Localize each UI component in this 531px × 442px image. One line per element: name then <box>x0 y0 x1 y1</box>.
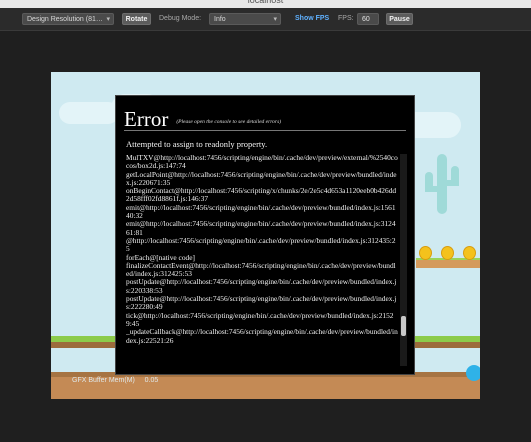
stack-frame: _updateCallback@http://localhost:7456/sc… <box>126 327 398 345</box>
rotate-button[interactable]: Rotate <box>122 13 151 25</box>
fps-label: FPS: <box>338 15 354 22</box>
stack-frame: tick@http://localhost:7456/scripting/eng… <box>126 310 394 328</box>
chevron-down-icon: ▾ <box>106 16 110 23</box>
error-message: Attempted to assign to readonly property… <box>126 139 268 149</box>
stack-frame: emit@http://localhost:7456/scripting/eng… <box>126 202 396 221</box>
coin <box>441 246 454 260</box>
stack-frame: @http://localhost:7456/scripting/engine/… <box>126 235 396 254</box>
stats-label: GFX Buffer Mem(M) <box>72 377 135 384</box>
address-bar[interactable]: localhost <box>0 0 531 5</box>
show-fps-toggle[interactable]: Show FPS <box>295 13 329 25</box>
stack-frame: emit@http://localhost:7456/scripting/eng… <box>126 219 396 237</box>
debug-mode-label: Debug Mode: <box>159 15 202 22</box>
debug-mode-select[interactable]: Info ▾ <box>209 13 281 25</box>
error-dialog-header: Error (Please open the console to see de… <box>124 108 406 131</box>
stack-frame: postUpdate@http://localhost:7456/scripti… <box>126 277 397 295</box>
chevron-down-icon: ▾ <box>273 16 277 23</box>
stats-overlay-row: GFX Buffer Mem(M) 0.05 <box>72 377 158 384</box>
pause-button[interactable]: Pause <box>386 13 413 25</box>
error-dialog: Error (Please open the console to see de… <box>115 95 415 375</box>
debug-mode-value: Info <box>214 16 226 23</box>
stack-scrollbar-thumb[interactable] <box>401 316 406 336</box>
design-resolution-select[interactable]: Design Resolution (81… ▾ <box>22 13 114 25</box>
error-hint: (Please open the console to see detailed… <box>176 119 282 126</box>
stack-scrollbar[interactable] <box>400 154 407 366</box>
stack-frame: finalizeContactEvent@http://localhost:74… <box>126 260 396 279</box>
stack-frame: getLocalPoint@http://localhost:7456/scri… <box>126 169 397 187</box>
cloud-decoration <box>59 102 119 124</box>
coin <box>419 246 432 260</box>
error-title: Error <box>124 107 169 131</box>
stack-frame: MulTXV@http://localhost:7456/scripting/e… <box>126 154 398 171</box>
design-resolution-value: Design Resolution (81… <box>27 16 103 23</box>
stack-frame: postUpdate@http://localhost:7456/scripti… <box>126 294 397 312</box>
coin <box>463 246 476 260</box>
player-character <box>466 365 480 381</box>
fps-input[interactable]: 60 <box>357 13 379 25</box>
stack-frame: onBeginContact@http://localhost:7456/scr… <box>126 186 397 204</box>
error-stack-trace[interactable]: MulTXV@http://localhost:7456/scripting/e… <box>126 154 398 366</box>
stats-value: 0.05 <box>144 377 159 384</box>
preview-toolbar: Design Resolution (81… ▾ Rotate Debug Mo… <box>0 8 531 31</box>
cactus-decoration <box>425 154 459 214</box>
